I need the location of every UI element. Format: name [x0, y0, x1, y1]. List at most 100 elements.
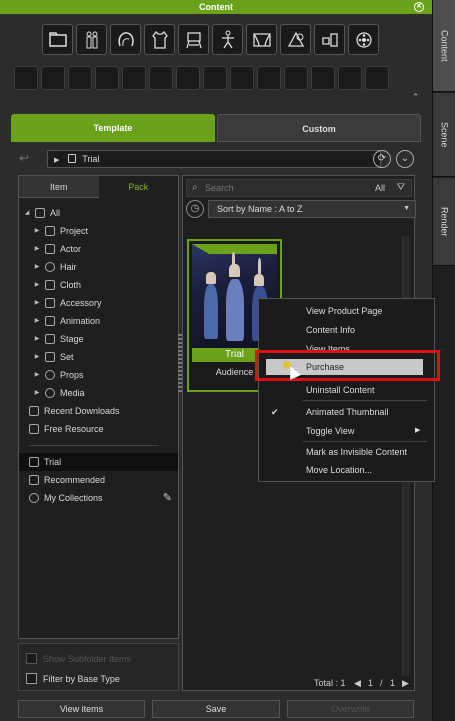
shortcut-slot[interactable] — [311, 66, 335, 90]
search-input[interactable]: Search — [205, 183, 234, 193]
chevron-down-icon[interactable]: ⌄ — [396, 150, 414, 168]
prev-page-icon[interactable]: ◀ — [354, 678, 361, 689]
hair-icon[interactable] — [110, 24, 141, 55]
tree-item-all[interactable]: ◢ All — [19, 204, 178, 222]
search-icon: ⌕ — [192, 182, 198, 193]
tree-item-trial[interactable]: Trial — [19, 453, 178, 471]
tree-label: Hair — [60, 262, 77, 272]
animation-icon[interactable] — [212, 24, 243, 55]
back-arrow-icon[interactable]: ↩ — [19, 151, 29, 165]
project-icon[interactable] — [42, 24, 73, 55]
figure-arm — [258, 258, 261, 274]
tree-item-media[interactable]: ▶ Media — [19, 384, 178, 402]
expand-arrow-icon: ▶ — [34, 264, 40, 270]
expand-arrow-icon: ▶ — [34, 390, 40, 396]
tree-item-project[interactable]: ▶ Project — [19, 222, 178, 240]
tree-item-accessory[interactable]: ▶ Accessory — [19, 294, 178, 312]
path-bar: ↩ ▶ Trial ⟳ ⌄ — [17, 149, 417, 169]
view-items-button[interactable]: View items — [18, 700, 145, 718]
shortcut-slot[interactable] — [41, 66, 65, 90]
shortcut-slot[interactable] — [365, 66, 389, 90]
tab-item[interactable]: Item — [19, 176, 99, 198]
save-button[interactable]: Save — [152, 700, 280, 718]
expand-arrow-icon: ▶ — [34, 372, 40, 378]
sort-dropdown[interactable]: Sort by Name : A to Z ▼ — [208, 200, 416, 218]
side-tab-render-label: Render — [439, 206, 450, 237]
side-tab-render[interactable]: Render — [433, 178, 455, 266]
menu-item-animated-thumbnail[interactable]: Animated Thumbnail — [306, 407, 388, 417]
filter-icon[interactable]: ⛛ — [397, 182, 405, 193]
search-scope[interactable]: All — [375, 183, 385, 193]
tree-item-recent-downloads[interactable]: Recent Downloads — [19, 402, 178, 420]
pagination: Total : 1 ◀ 1 / 1 ▶ — [244, 678, 414, 690]
side-tab-content[interactable]: Content — [433, 0, 455, 92]
menu-item-mark-invisible[interactable]: Mark as Invisible Content — [306, 447, 407, 457]
menu-item-move-location[interactable]: Move Location... — [306, 465, 372, 475]
pencil-icon[interactable]: ✎ — [163, 489, 172, 507]
tree-label: Recent Downloads — [44, 406, 120, 416]
current-page: 1 — [368, 678, 374, 688]
menu-item-toggle-view[interactable]: Toggle View — [306, 426, 354, 436]
stage-icon[interactable] — [246, 24, 277, 55]
chevron-down-icon: ▼ — [403, 205, 410, 212]
tree-item-cloth[interactable]: ▶ Cloth — [19, 276, 178, 294]
shortcut-slot[interactable] — [338, 66, 362, 90]
tree-label: Cloth — [60, 280, 82, 290]
filter-base-type-label: Filter by Base Type — [43, 673, 120, 684]
clock-icon[interactable]: ◷ — [186, 200, 204, 218]
figure-arm — [232, 252, 235, 266]
cloth-icon[interactable] — [144, 24, 175, 55]
figure-head — [254, 274, 264, 286]
props-icon[interactable] — [314, 24, 345, 55]
shortcut-slot[interactable] — [149, 66, 173, 90]
tree-item-animation[interactable]: ▶ Animation — [19, 312, 178, 330]
tree-item-stage[interactable]: ▶ Stage — [19, 330, 178, 348]
filter-base-type-checkbox[interactable] — [26, 673, 37, 684]
tab-template[interactable]: Template — [11, 114, 215, 142]
refresh-icon[interactable]: ⟳ — [373, 150, 391, 168]
tree-item-set[interactable]: ▶ Set — [19, 348, 178, 366]
figure-head — [206, 272, 216, 284]
shortcut-slot[interactable] — [284, 66, 308, 90]
set-icon[interactable] — [280, 24, 311, 55]
search-bar[interactable]: ⌕ Search All ⛛ — [186, 179, 412, 197]
tree-item-hair[interactable]: ▶ Hair — [19, 258, 178, 276]
shortcut-slot[interactable] — [95, 66, 119, 90]
shortcut-slot[interactable] — [203, 66, 227, 90]
shortcut-slots — [14, 66, 389, 90]
shortcut-slot[interactable] — [176, 66, 200, 90]
shortcut-slot[interactable] — [230, 66, 254, 90]
category-toolbar — [42, 24, 379, 55]
project-icon — [45, 226, 55, 236]
next-page-icon[interactable]: ▶ — [402, 678, 409, 689]
actor-icon[interactable] — [76, 24, 107, 55]
shortcut-slot[interactable] — [257, 66, 281, 90]
menu-item-view-product-page[interactable]: View Product Page — [306, 306, 382, 316]
tree-item-recommended[interactable]: Recommended — [19, 471, 178, 489]
media-icon[interactable] — [348, 24, 379, 55]
shortcut-slot[interactable] — [14, 66, 38, 90]
accessory-icon[interactable] — [178, 24, 209, 55]
tree-item-my-collections[interactable]: My Collections ✎ — [19, 489, 178, 507]
collapse-icon[interactable]: ⌃ — [412, 92, 420, 103]
path-dropdown[interactable]: ▶ Trial — [47, 150, 381, 168]
filter-base-type-option[interactable]: Filter by Base Type — [26, 673, 120, 684]
close-icon[interactable]: ✕ — [414, 2, 424, 12]
tree-label: Set — [60, 352, 74, 362]
menu-item-content-info[interactable]: Content Info — [306, 325, 355, 335]
expand-arrow-icon: ▶ — [34, 336, 40, 342]
tree-item-actor[interactable]: ▶ Actor — [19, 240, 178, 258]
shortcut-slot[interactable] — [68, 66, 92, 90]
menu-item-uninstall-content[interactable]: Uninstall Content — [306, 385, 375, 395]
tab-pack[interactable]: Pack — [98, 176, 178, 198]
tree-item-free-resource[interactable]: Free Resource — [19, 420, 178, 438]
window-titlebar: Content ✕ — [0, 0, 432, 14]
expand-arrow-icon: ▶ — [54, 157, 60, 164]
tab-custom[interactable]: Custom — [217, 114, 421, 142]
side-tab-scene[interactable]: Scene — [433, 93, 455, 177]
shortcut-slot[interactable] — [122, 66, 146, 90]
tree-item-props[interactable]: ▶ Props — [19, 366, 178, 384]
collapse-arrow-icon: ◢ — [24, 210, 30, 216]
sort-row: ◷ Sort by Name : A to Z ▼ — [186, 200, 416, 218]
folder-icon — [67, 154, 76, 163]
